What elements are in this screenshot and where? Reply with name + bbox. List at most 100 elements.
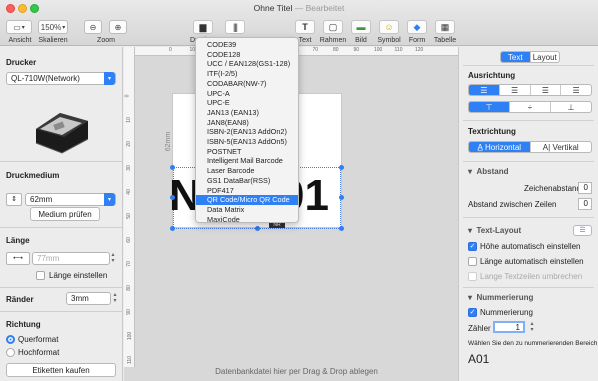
wrap-label: Lange Textzeilen umbrechen [480, 272, 583, 281]
numbering-header[interactable]: ▾ Nummerierung [468, 293, 533, 302]
divider [463, 287, 594, 288]
window-title-text: Ohne Titel [253, 3, 293, 13]
divider [0, 227, 122, 228]
resize-handle[interactable] [339, 165, 344, 170]
margins-stepper[interactable]: ▴ ▾ [112, 292, 118, 304]
length-stepper[interactable]: ▴ ▾ [110, 252, 116, 264]
align-top-icon[interactable]: ⊤ [469, 102, 510, 112]
vertical-option[interactable]: A| Vertikal [531, 142, 592, 152]
barcode-menu-item[interactable]: POSTNET [196, 147, 298, 157]
table-button[interactable]: ▦ [435, 20, 455, 34]
zoom-label: Zoom [97, 37, 115, 44]
barcode-menu-item[interactable]: UPC-A [196, 89, 298, 99]
range-preview[interactable]: A01 [468, 352, 489, 366]
symbol-button[interactable]: ☺ [379, 20, 399, 34]
text-layout-header[interactable]: ▾ Text-Layout [468, 226, 521, 235]
form-button[interactable]: ◆ [407, 20, 427, 34]
printer-select[interactable]: QL-710W(Network) ▾ [6, 72, 116, 85]
barcode-menu-item[interactable]: PDF417 [196, 186, 298, 196]
barcode-button[interactable]: ||| [225, 20, 245, 34]
barcode-menu-item[interactable]: Intelligent Mail Barcode [196, 156, 298, 166]
zoom-out-button[interactable]: ⊖ [84, 20, 102, 34]
disclosure-triangle-icon: ▾ [468, 226, 473, 235]
resize-handle[interactable] [170, 226, 175, 231]
align-middle-icon[interactable]: ÷ [510, 102, 551, 112]
frame-button[interactable]: ▢ [323, 20, 343, 34]
resize-handle[interactable] [255, 226, 260, 231]
resize-handle[interactable] [170, 195, 175, 200]
char-spacing-field[interactable]: 0 [578, 182, 592, 194]
counter-stepper[interactable]: ▴ ▾ [529, 321, 535, 333]
portrait-radio[interactable] [6, 348, 15, 357]
align-bottom-icon[interactable]: ⊥ [551, 102, 591, 112]
barcode-menu-item[interactable]: JAN13 (EAN13) [196, 108, 298, 118]
divider [0, 161, 122, 162]
barcode-menu-item[interactable]: UPC-E [196, 98, 298, 108]
ruler-tick: 40 [125, 189, 132, 195]
resize-handle[interactable] [339, 195, 344, 200]
database-dropzone[interactable]: Datenbankdatei hier per Drag & Drop able… [135, 367, 458, 381]
chevron-down-icon: ▾ [62, 24, 66, 31]
align-center-icon[interactable]: ☰ [500, 85, 531, 95]
length-field[interactable]: 77mm [32, 252, 110, 265]
text-button[interactable]: T [295, 20, 315, 34]
ruler-tick: 0 [124, 94, 131, 98]
ruler-tick: 80 [125, 285, 132, 291]
resize-handle[interactable] [339, 226, 344, 231]
auto-height-checkbox[interactable]: ✓ [468, 242, 477, 251]
zoom-select[interactable]: 150% ▾ [38, 20, 68, 34]
barcode-menu-item[interactable]: QR Code/Micro QR Code [196, 195, 298, 205]
chevron-down-icon: ▾ [21, 24, 25, 31]
barcode-menu-item[interactable]: GS1 DataBar(RSS) [196, 176, 298, 186]
barcode-menu-item[interactable]: ITF(I-2/5) [196, 69, 298, 79]
buy-labels-button[interactable]: Etiketten kaufen [6, 363, 116, 377]
spacing-header[interactable]: ▾ Abstand [468, 167, 508, 176]
barcode-menu-item[interactable]: MaxiCode [196, 215, 298, 225]
divider [0, 287, 122, 288]
barcode-menu-item[interactable]: Data Matrix [196, 205, 298, 215]
line-spacing-field[interactable]: 0 [578, 198, 592, 210]
barcode-menu-item[interactable]: CODABAR(NW-7) [196, 79, 298, 89]
barcode-menu-item[interactable]: CODE39 [196, 40, 298, 50]
smiley-icon: ☺ [384, 22, 394, 32]
align-left-icon[interactable]: ☰ [469, 85, 500, 95]
landscape-radio[interactable] [6, 335, 15, 344]
align-right-icon[interactable]: ☰ [531, 85, 562, 95]
char-spacing-label: Zeichenabstand [524, 184, 581, 193]
zoom-in-button[interactable]: ⊕ [109, 20, 127, 34]
resize-handle[interactable] [170, 165, 175, 170]
tab-text[interactable]: Text [501, 52, 531, 62]
wrap-checkbox[interactable] [468, 272, 477, 281]
printer-icon: ▆ [199, 21, 207, 32]
auto-length-label: Länge automatisch einstellen [480, 257, 584, 266]
sidebar-icon: ▭ [13, 22, 21, 32]
align-justify-icon[interactable]: ☰ [561, 85, 591, 95]
image-button[interactable]: ▬ [351, 20, 371, 34]
margins-select[interactable]: 3mm [66, 292, 111, 305]
barcode-menu-item[interactable]: ISBN-5(EAN13 AddOn5) [196, 137, 298, 147]
printer-image [30, 99, 92, 154]
ruler-tick: 100 [127, 331, 134, 341]
counter-field[interactable]: 1 [493, 321, 525, 333]
barcode-menu-item[interactable]: Laser Barcode [196, 166, 298, 176]
tab-layout[interactable]: Layout [531, 52, 560, 62]
image-label: Bild [355, 37, 367, 44]
set-length-checkbox[interactable] [36, 271, 45, 280]
view-toggle-button[interactable]: ▭ ▾ [6, 20, 32, 34]
barcode-menu-item[interactable]: UCC / EAN128(GS1-128) [196, 59, 298, 69]
title-bar: Ohne Titel — Bearbeitet ▭ ▾ Ansicht 150% ▾… [0, 0, 598, 46]
divider [463, 65, 594, 66]
label-height-text: 62mm [165, 131, 173, 152]
print-button[interactable]: ▆ [193, 20, 213, 34]
length-header: Länge [6, 236, 30, 245]
numbering-checkbox[interactable]: ✓ [468, 308, 477, 317]
barcode-menu-item[interactable]: CODE128 [196, 50, 298, 60]
set-length-label: Länge einstellen [49, 271, 108, 280]
check-media-button[interactable]: Medium prüfen [30, 207, 100, 221]
barcode-menu-item[interactable]: JAN8(EAN8) [196, 118, 298, 128]
media-select[interactable]: 62mm ▾ [25, 193, 116, 206]
horizontal-option[interactable]: A̲ Horizontal [469, 142, 531, 152]
auto-length-checkbox[interactable] [468, 257, 477, 266]
text-layout-button[interactable]: ☰ [573, 225, 592, 236]
barcode-menu-item[interactable]: ISBN-2(EAN13 AddOn2) [196, 127, 298, 137]
